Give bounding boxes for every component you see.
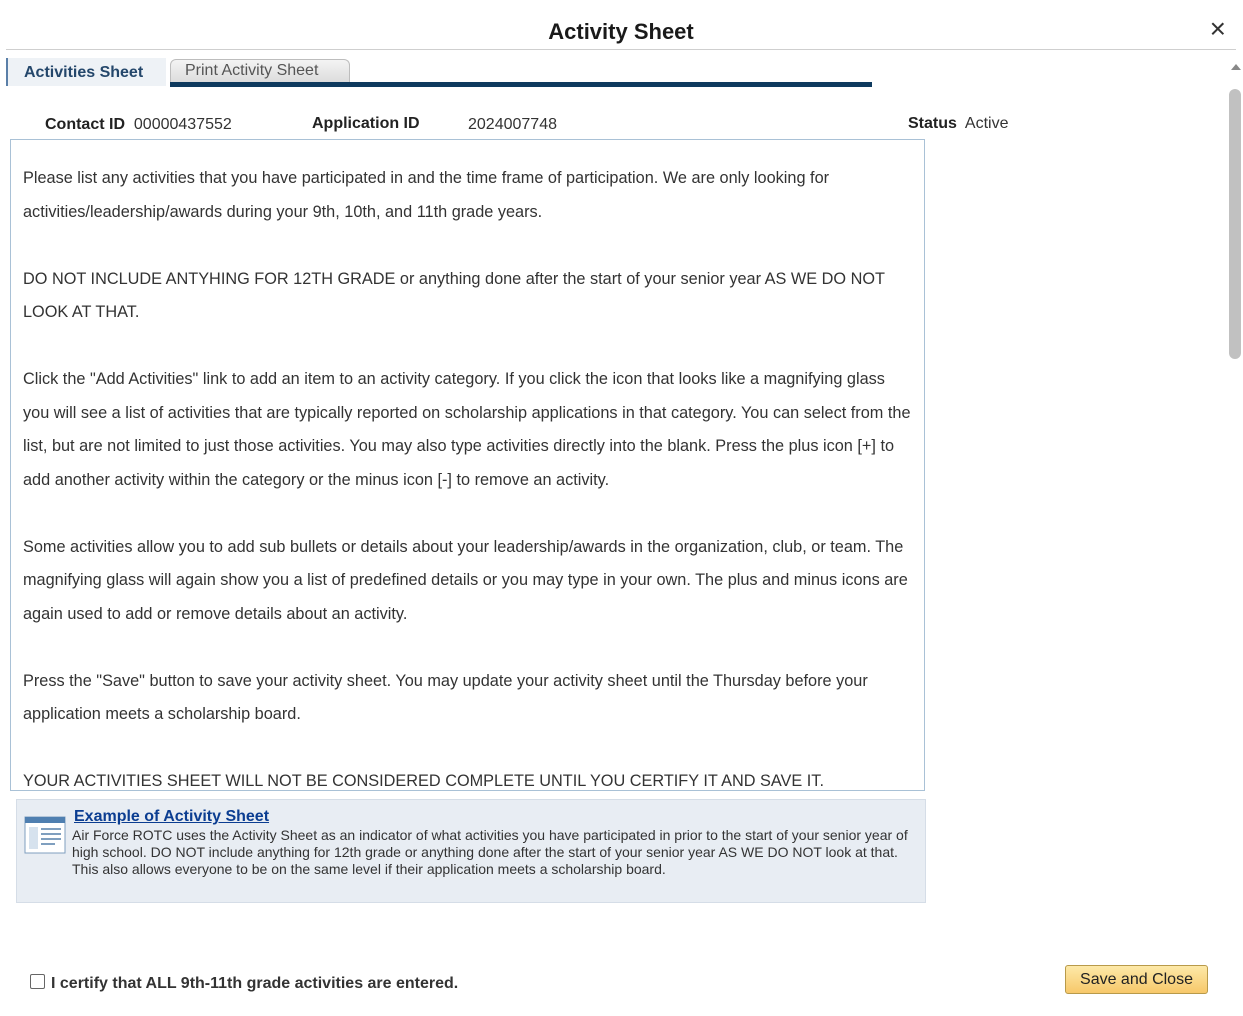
contact-id-label: Contact ID [45, 116, 125, 133]
tab-bar: Activities Sheet Print Activity Sheet [6, 58, 872, 88]
instruction-paragraph: Some activities allow you to add sub bul… [23, 537, 908, 623]
status: Status Active [908, 115, 1009, 133]
example-description: Air Force ROTC uses the Activity Sheet a… [72, 827, 908, 877]
certify-checkbox[interactable] [30, 974, 45, 989]
instruction-paragraph: YOUR ACTIVITIES SHEET WILL NOT BE CONSID… [23, 772, 824, 790]
contact-id: Contact ID 00000437552 [45, 116, 232, 134]
document-icon [24, 816, 66, 854]
dialog-titlebar: Activity Sheet × [6, 6, 1236, 50]
scrollbar[interactable] [1228, 56, 1242, 1016]
tab-underline [170, 82, 872, 87]
instruction-paragraph: Press the "Save" button to save your act… [23, 671, 868, 724]
example-activity-sheet-link[interactable]: Example of Activity Sheet [74, 808, 269, 826]
save-and-close-button[interactable]: Save and Close [1065, 965, 1208, 994]
example-info-box: Example of Activity Sheet Air Force ROTC… [16, 799, 926, 903]
dialog-title: Activity Sheet [548, 19, 694, 44]
application-id-label-wrap: Application ID [312, 115, 420, 133]
contact-id-value: 00000437552 [133, 116, 232, 133]
scroll-up-icon[interactable] [1231, 64, 1241, 70]
status-label: Status [908, 115, 957, 132]
close-icon[interactable]: × [1210, 15, 1226, 43]
certify-label: I certify that ALL 9th-11th grade activi… [51, 975, 459, 992]
instructions-panel: Please list any activities that you have… [10, 139, 925, 791]
instruction-paragraph: DO NOT INCLUDE ANTYHING FOR 12TH GRADE o… [23, 269, 885, 322]
certify-row: I certify that ALL 9th-11th grade activi… [30, 974, 458, 993]
application-id-value-wrap: 2024007748 [468, 116, 557, 134]
instruction-paragraph: Please list any activities that you have… [23, 169, 830, 221]
scroll-thumb[interactable] [1229, 89, 1241, 359]
tab-activities-sheet[interactable]: Activities Sheet [6, 58, 166, 86]
status-value: Active [964, 115, 1009, 132]
tab-print-activity-sheet[interactable]: Print Activity Sheet [170, 59, 350, 82]
instruction-paragraph: Click the "Add Activities" link to add a… [23, 370, 911, 489]
application-id-value: 2024007748 [468, 116, 557, 133]
application-id-label: Application ID [312, 115, 420, 132]
